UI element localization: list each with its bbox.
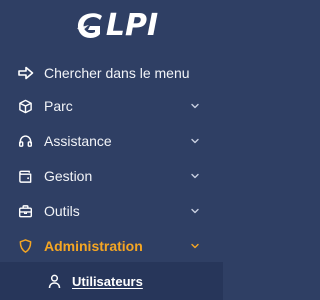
- headset-icon: [17, 133, 33, 149]
- submenu-item-utilisateurs[interactable]: Utilisateurs: [0, 262, 223, 300]
- arrow-right-to-bracket-icon: [17, 65, 35, 81]
- menu-search-label: Chercher dans le menu: [44, 65, 190, 81]
- menu-item-label: Administration: [44, 238, 143, 254]
- shield-icon: [17, 238, 33, 254]
- menu-item-administration[interactable]: Administration: [0, 229, 223, 263]
- chevron-down-icon: [190, 241, 200, 251]
- chevron-down-icon: [190, 206, 200, 216]
- menu-search-link[interactable]: Chercher dans le menu: [0, 59, 223, 87]
- menu-item-label: Outils: [44, 203, 80, 219]
- briefcase-icon: [17, 203, 33, 219]
- menu-item-label: Assistance: [44, 133, 112, 149]
- wallet-icon: [17, 168, 33, 184]
- menu-item-parc[interactable]: Parc: [0, 89, 223, 123]
- menu-item-gestion[interactable]: Gestion: [0, 159, 223, 193]
- menu-item-assistance[interactable]: Assistance: [0, 124, 223, 158]
- menu-item-label: Gestion: [44, 168, 93, 184]
- sidebar: LPI Chercher dans le menu Parc Assistanc…: [0, 0, 223, 300]
- glpi-logo[interactable]: LPI: [0, 0, 223, 50]
- chevron-down-icon: [190, 101, 200, 111]
- administration-submenu: Utilisateurs: [0, 262, 223, 300]
- user-icon: [47, 273, 61, 289]
- submenu-item-label: Utilisateurs: [72, 273, 143, 289]
- chevron-down-icon: [190, 171, 200, 181]
- logo-text: LPI: [105, 8, 159, 43]
- glpi-logo-mark-icon: [76, 13, 102, 38]
- menu-item-outils[interactable]: Outils: [0, 194, 223, 228]
- cube-icon: [17, 98, 33, 114]
- chevron-down-icon: [190, 136, 200, 146]
- menu-item-label: Parc: [44, 98, 73, 114]
